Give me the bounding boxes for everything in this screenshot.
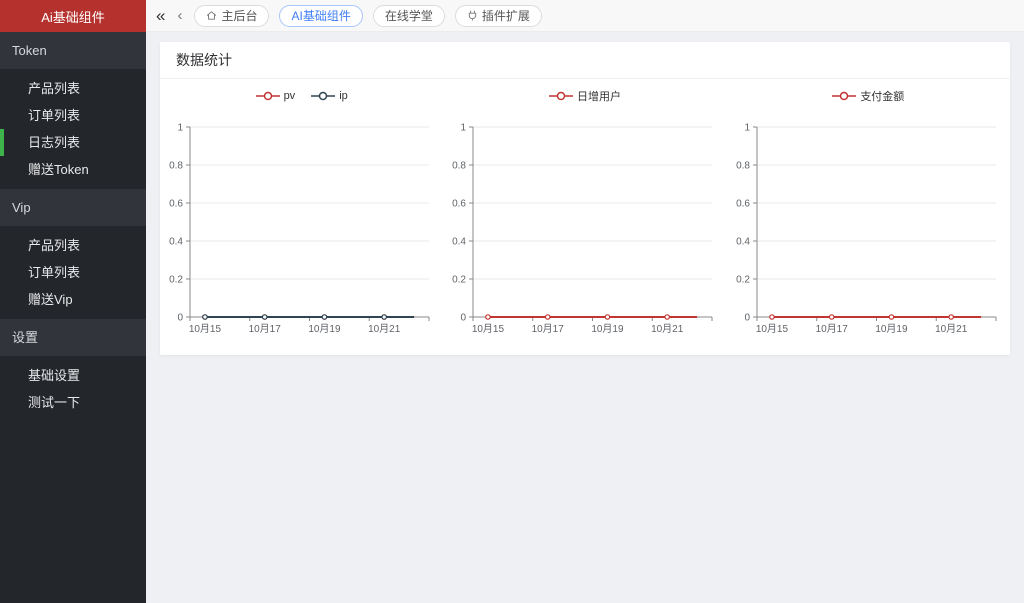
svg-text:10月15: 10月15 — [756, 323, 789, 335]
svg-text:10月15: 10月15 — [189, 323, 222, 335]
svg-text:0.4: 0.4 — [453, 237, 467, 248]
legend-item-日增用户[interactable]: 日增用户 — [549, 88, 621, 104]
chart-legend: 日增用户 — [549, 83, 621, 109]
legend-line-marker-icon — [311, 91, 335, 101]
line-chart-plot: 0 0.2 0.4 0.6 0.8 1 10月15 10月17 10月19 10月21 — [160, 109, 443, 349]
svg-text:10月19: 10月19 — [875, 323, 908, 335]
svg-text:0.6: 0.6 — [453, 199, 467, 210]
svg-text:10月17: 10月17 — [532, 323, 565, 335]
svg-text:10月17: 10月17 — [249, 323, 282, 335]
sidebar-item-gift-vip[interactable]: 赠送Vip — [0, 286, 146, 313]
tab-plugin-extension[interactable]: 插件扩展 — [455, 5, 542, 27]
sidebar-section-settings: 设置 基础设置 测试一下 — [0, 319, 146, 422]
legend-item-pv[interactable]: pv — [256, 90, 296, 102]
home-icon — [206, 10, 217, 21]
svg-text:10月15: 10月15 — [472, 323, 505, 335]
sidebar-item-gift-token[interactable]: 赠送Token — [0, 156, 146, 183]
svg-text:0.2: 0.2 — [453, 275, 467, 286]
svg-text:0.8: 0.8 — [169, 161, 183, 172]
legend-line-marker-icon — [549, 91, 573, 101]
sidebar-section-token-header: Token — [0, 32, 146, 69]
svg-text:0.6: 0.6 — [736, 199, 750, 210]
svg-text:0.4: 0.4 — [736, 237, 750, 248]
chart-legend: pv ip — [256, 83, 348, 109]
legend-label: 支付金额 — [860, 88, 904, 104]
svg-text:10月19: 10月19 — [592, 323, 625, 335]
sidebar-section-settings-header: 设置 — [0, 319, 146, 356]
sidebar-item-vip-product-list[interactable]: 产品列表 — [0, 232, 146, 259]
svg-text:0.8: 0.8 — [736, 161, 750, 172]
svg-text:0: 0 — [461, 313, 467, 324]
svg-text:1: 1 — [461, 123, 467, 134]
line-chart-plot: 0 0.2 0.4 0.6 0.8 1 10月15 10月17 10月19 10月21 — [727, 109, 1010, 349]
collapse-sidebar-icon[interactable]: « — [156, 7, 165, 24]
sidebar-item-vip-order-list[interactable]: 订单列表 — [0, 259, 146, 286]
chart-daily-users: 日增用户 0 0.2 0.4 0.6 0.8 1 10月15 10月17 10月19 10月21 — [443, 79, 726, 349]
legend-line-marker-icon — [832, 91, 856, 101]
svg-text:0.2: 0.2 — [169, 275, 183, 286]
svg-text:10月21: 10月21 — [652, 323, 685, 335]
sidebar-section-token: Token 产品列表 订单列表 日志列表 赠送Token — [0, 32, 146, 189]
svg-text:1: 1 — [744, 123, 750, 134]
legend-line-marker-icon — [256, 91, 280, 101]
tab-main-admin[interactable]: 主后台 — [194, 5, 269, 27]
tab-label: 主后台 — [221, 7, 257, 24]
svg-text:10月19: 10月19 — [308, 323, 341, 335]
card-title: 数据统计 — [160, 42, 1010, 79]
back-icon[interactable]: ‹ — [177, 8, 182, 23]
tab-ai-components[interactable]: AI基础组件 — [279, 5, 362, 27]
chart-payment-amount: 支付金额 0 0.2 0.4 0.6 0.8 1 10月15 10月17 10月19 10月21 — [727, 79, 1010, 349]
tab-online-school[interactable]: 在线学堂 — [373, 5, 445, 27]
sidebar-item-log-list[interactable]: 日志列表 — [0, 129, 146, 156]
sidebar-item-order-list[interactable]: 订单列表 — [0, 102, 146, 129]
tab-label: 在线学堂 — [385, 7, 433, 24]
tab-label: 插件扩展 — [482, 7, 530, 24]
svg-text:0.2: 0.2 — [736, 275, 750, 286]
sidebar-item-test[interactable]: 测试一下 — [0, 389, 146, 416]
legend-label: 日增用户 — [577, 88, 621, 104]
charts-row: pvip 00.20.40.60.8110月1510月1710月1910月21 … — [160, 79, 1010, 355]
svg-text:0: 0 — [178, 313, 184, 324]
line-chart-plot: 0 0.2 0.4 0.6 0.8 1 10月15 10月17 10月19 10月21 — [443, 109, 726, 349]
legend-label: pv — [284, 90, 296, 102]
svg-text:0.8: 0.8 — [453, 161, 467, 172]
chart-pv-ip: pv ip 0 0.2 0.4 0.6 0.8 1 10月15 10月17 10月19 10月21 — [160, 79, 443, 349]
topbar: « ‹ 主后台 AI基础组件 在线学堂 — [146, 0, 1024, 32]
sidebar-section-vip-header: Vip — [0, 189, 146, 226]
sidebar-item-basic-settings[interactable]: 基础设置 — [0, 362, 146, 389]
app-title: Ai基础组件 — [0, 0, 146, 32]
svg-text:0.4: 0.4 — [169, 237, 183, 248]
svg-text:0: 0 — [744, 313, 750, 324]
tab-label: AI基础组件 — [291, 7, 350, 24]
content-area: 数据统计 pv ip 0 0.2 0.4 0.6 0.8 1 10月15 10月17 10月19 1… — [146, 32, 1024, 603]
svg-text:0.6: 0.6 — [169, 199, 183, 210]
legend-label: ip — [339, 90, 348, 102]
main-area: « ‹ 主后台 AI基础组件 在线学堂 — [146, 0, 1024, 603]
legend-item-ip[interactable]: ip — [311, 90, 348, 102]
chart-legend: 支付金额 — [832, 83, 904, 109]
legend-item-支付金额[interactable]: 支付金额 — [832, 88, 904, 104]
plugin-icon — [467, 10, 478, 21]
svg-text:10月17: 10月17 — [815, 323, 848, 335]
sidebar-section-vip: Vip 产品列表 订单列表 赠送Vip — [0, 189, 146, 319]
sidebar: Ai基础组件 Token 产品列表 订单列表 日志列表 赠送Token Vip … — [0, 0, 146, 603]
svg-text:10月21: 10月21 — [368, 323, 401, 335]
statistics-card: 数据统计 pv ip 0 0.2 0.4 0.6 0.8 1 10月15 10月17 10月19 1… — [160, 42, 1010, 355]
topbar-tabs: 主后台 AI基础组件 在线学堂 插件扩展 — [194, 5, 541, 27]
sidebar-item-product-list[interactable]: 产品列表 — [0, 75, 146, 102]
svg-text:1: 1 — [178, 123, 184, 134]
svg-text:10月21: 10月21 — [935, 323, 968, 335]
